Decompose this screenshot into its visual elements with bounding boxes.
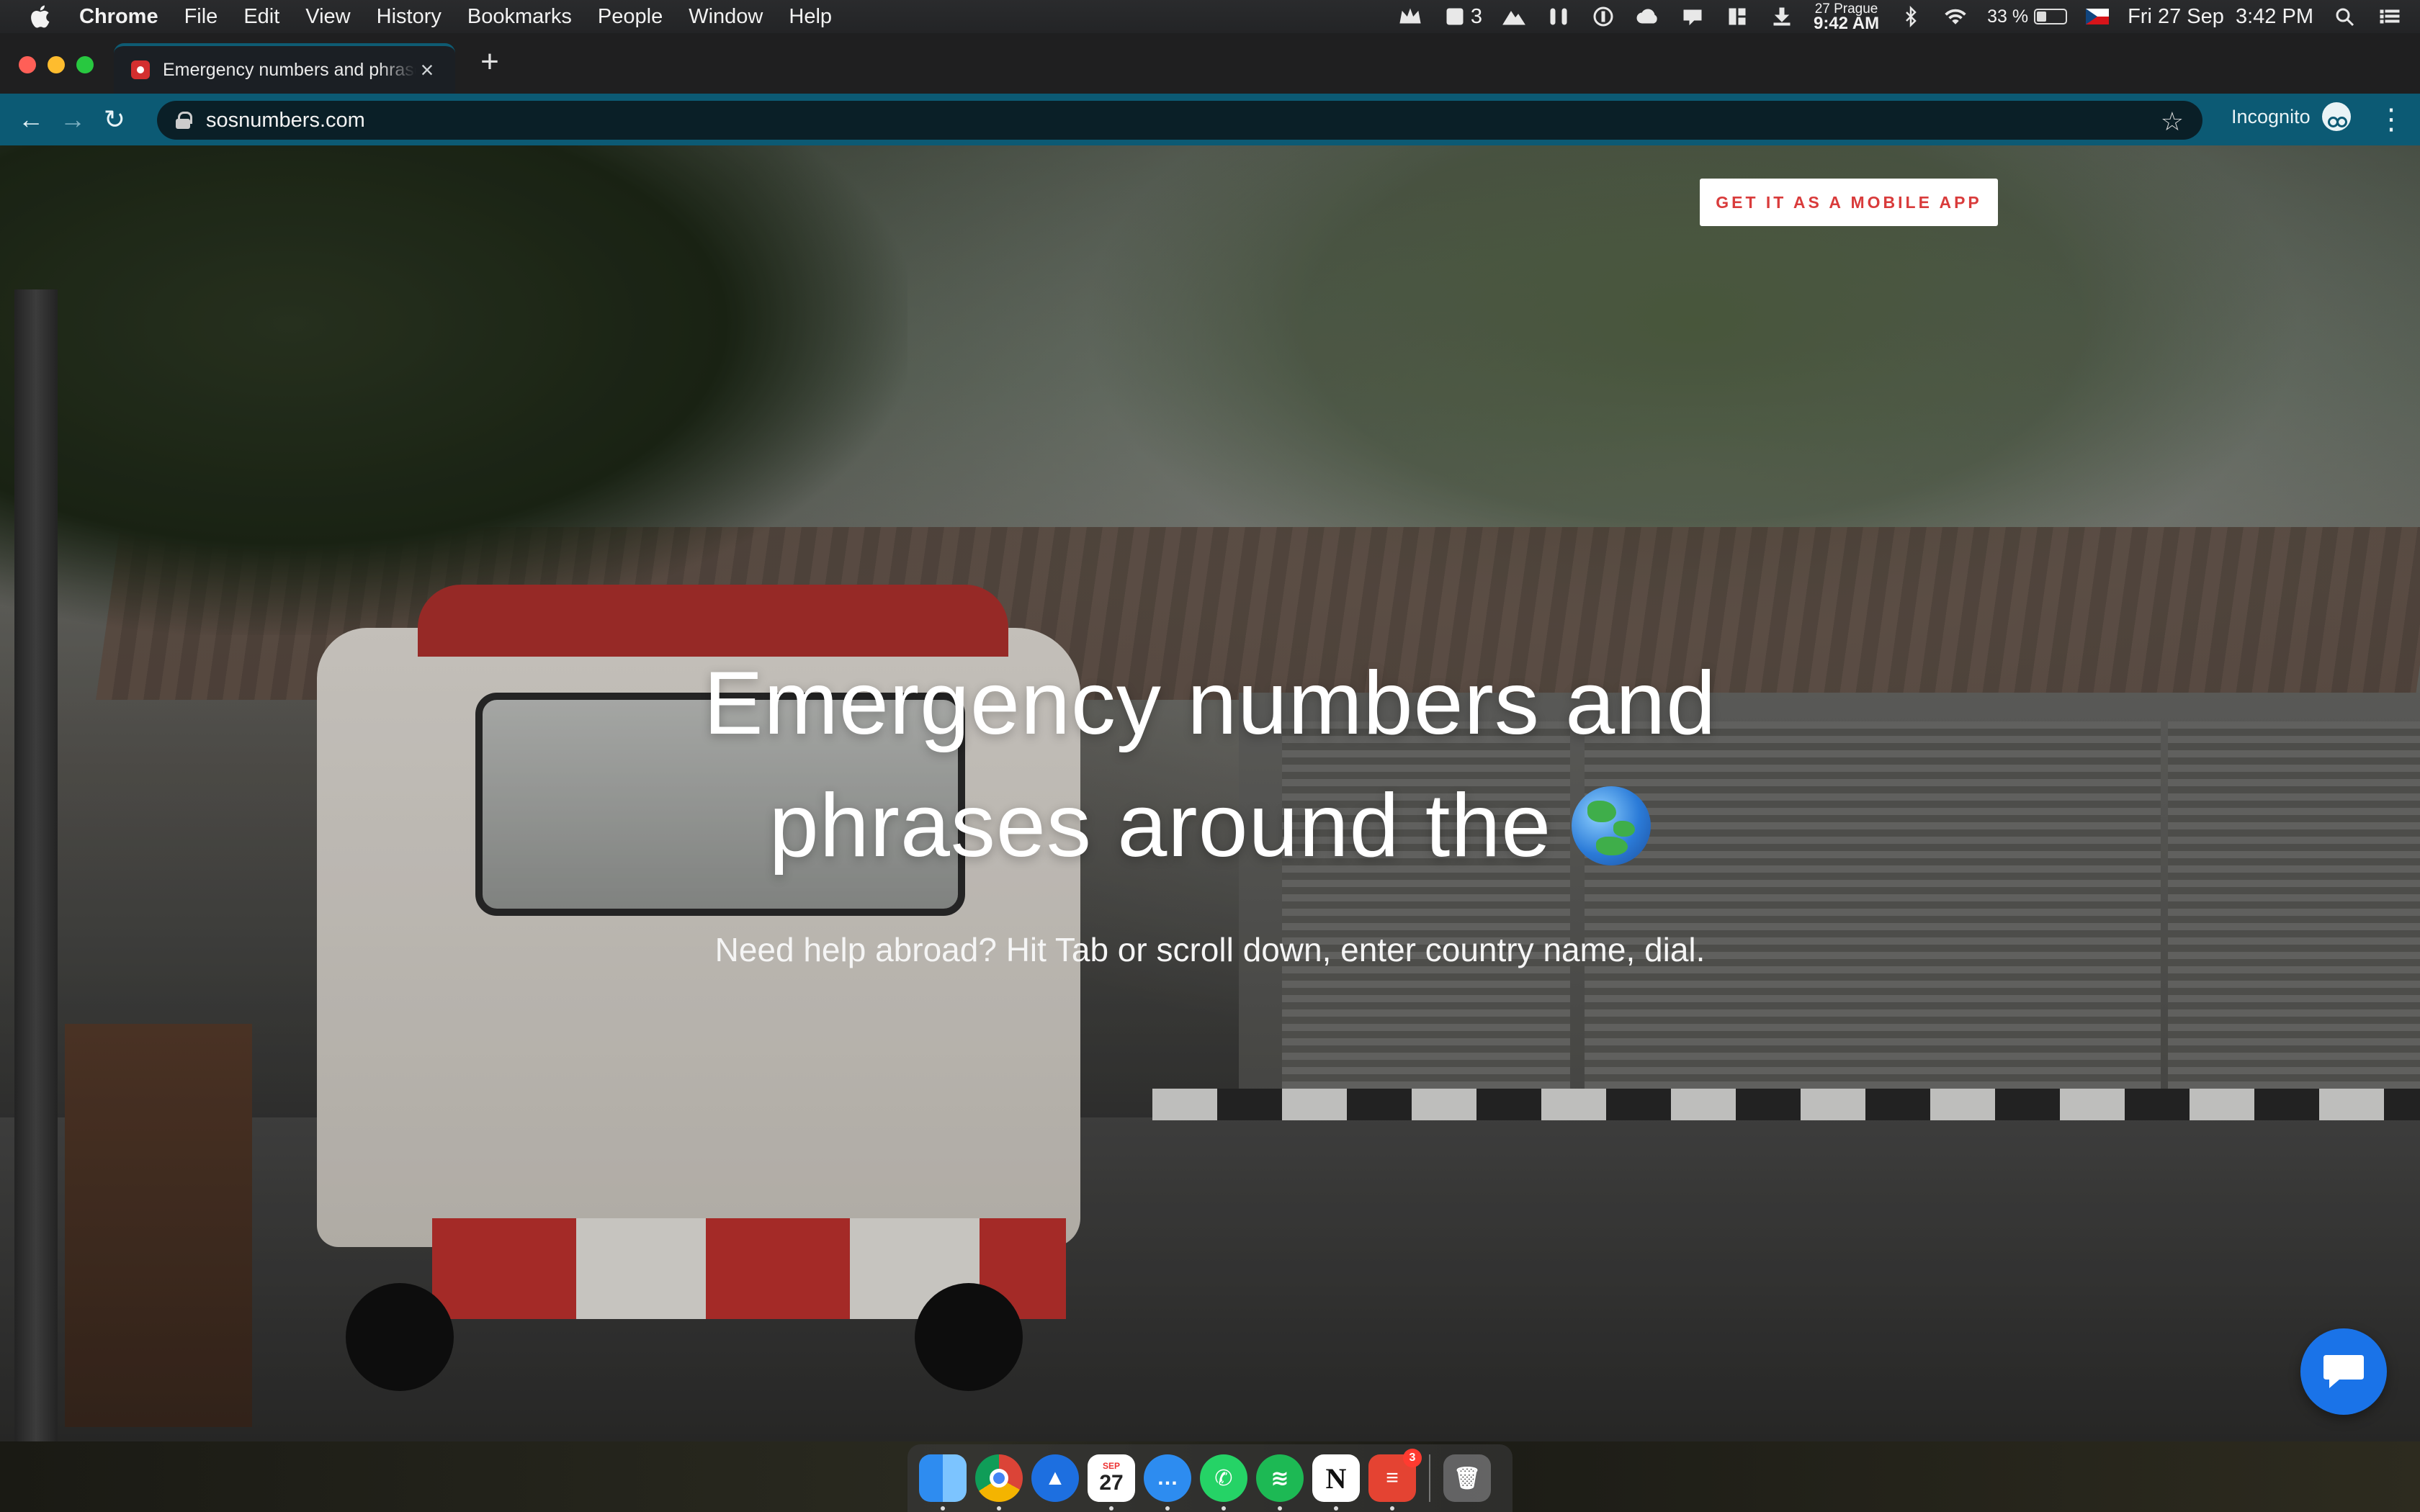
chrome-menu-icon[interactable]: ⋮ xyxy=(2377,105,2406,134)
crown-icon[interactable] xyxy=(1397,6,1423,27)
macos-dock: ▲ SEP 27 … ✆ ≋ N ≡ 3 🗑 xyxy=(908,1444,1512,1512)
window-minimize-button[interactable] xyxy=(48,56,65,73)
layers-icon xyxy=(1442,6,1468,27)
bookmark-star-icon[interactable]: ☆ xyxy=(2161,107,2184,137)
incognito-label: Incognito xyxy=(2231,105,2311,127)
menu-window[interactable]: Window xyxy=(689,5,763,29)
menu-history[interactable]: History xyxy=(377,5,442,29)
hero-subtitle: Need help abroad? Hit Tab or scroll down… xyxy=(714,931,1706,968)
magnet-icon[interactable] xyxy=(1724,6,1750,27)
launchpad-icon[interactable]: ▲ xyxy=(1031,1454,1079,1502)
incognito-profile-button[interactable]: Incognito xyxy=(2231,102,2351,131)
menu-file[interactable]: File xyxy=(184,5,218,29)
incognito-avatar-icon xyxy=(2321,102,2351,131)
browser-tabstrip: Emergency numbers and phrases around the… xyxy=(0,33,2420,94)
menu-app-chrome[interactable]: Chrome xyxy=(79,5,158,29)
notification-center-icon[interactable] xyxy=(2377,6,2403,27)
page-title: Emergency numbers and phrases around the xyxy=(0,642,2420,887)
bluetooth-icon[interactable] xyxy=(1898,6,1924,27)
notion-icon[interactable]: N xyxy=(1312,1454,1360,1511)
lock-icon[interactable] xyxy=(176,112,192,129)
chat-widget-button[interactable] xyxy=(2300,1328,2387,1415)
onepassword-icon[interactable] xyxy=(1590,6,1616,27)
download-icon[interactable] xyxy=(1769,6,1795,27)
battery-indicator[interactable]: 33 % xyxy=(1987,6,2068,27)
menu-people[interactable]: People xyxy=(598,5,663,29)
airpods-icon[interactable] xyxy=(1546,6,1572,27)
headline-line2: phrases around the xyxy=(768,776,1552,876)
apple-icon[interactable] xyxy=(0,4,79,29)
forward-arrow-icon[interactable]: → xyxy=(52,99,94,140)
mobile-app-button[interactable]: GET IT AS A MOBILE APP xyxy=(1700,179,1998,226)
world-clock-time: 9:42 AM xyxy=(1813,14,1880,33)
todoist-icon[interactable]: ≡ 3 xyxy=(1368,1449,1422,1511)
menubar-status-area: 3 27 Prague 9:42 AM 33 % Fri 27 Sep 3:42… xyxy=(1397,0,2403,33)
hero-text: Emergency numbers and phrases around the… xyxy=(0,642,2420,969)
tab-close-icon[interactable]: × xyxy=(416,57,438,84)
czech-flag-icon[interactable] xyxy=(2086,9,2110,24)
back-arrow-icon[interactable]: ← xyxy=(10,99,52,140)
trash-icon[interactable]: 🗑 xyxy=(1443,1454,1491,1502)
window-close-button[interactable] xyxy=(19,56,36,73)
battery-icon xyxy=(2034,9,2068,24)
address-url: sosnumbers.com xyxy=(206,108,365,132)
calendar-day: 27 xyxy=(1099,1471,1124,1495)
battery-percent: 33 % xyxy=(1987,6,2029,27)
address-bar[interactable]: sosnumbers.com ☆ xyxy=(157,101,2202,140)
menu-bookmarks[interactable]: Bookmarks xyxy=(467,5,572,29)
web-page-hero: GET IT AS A MOBILE APP Emergency numbers… xyxy=(0,145,2420,1441)
dock-separator xyxy=(1429,1454,1430,1502)
wifi-icon[interactable] xyxy=(1942,6,1968,27)
menu-help[interactable]: Help xyxy=(789,5,832,29)
browser-tab-active[interactable]: Emergency numbers and phrases around the… xyxy=(114,43,455,94)
menu-edit[interactable]: Edit xyxy=(243,5,279,29)
globe-emoji-icon xyxy=(1572,786,1652,865)
calendar-icon[interactable]: SEP 27 xyxy=(1088,1454,1135,1511)
headline-line2-wrap: phrases around the xyxy=(769,765,1652,887)
new-tab-button[interactable]: + xyxy=(475,46,504,78)
notion-letter: N xyxy=(1325,1462,1347,1495)
world-clock[interactable]: 27 Prague 9:42 AM xyxy=(1813,2,1880,33)
mountain-icon[interactable] xyxy=(1501,6,1527,27)
whatsapp-icon[interactable]: ✆ xyxy=(1200,1454,1247,1511)
spotify-icon[interactable]: ≋ xyxy=(1256,1454,1304,1511)
notification-icon[interactable] xyxy=(1680,6,1706,27)
finder-icon[interactable] xyxy=(919,1454,967,1511)
tab-title: Emergency numbers and phrases around the… xyxy=(163,59,416,80)
headline-line1: Emergency numbers and xyxy=(703,654,1717,753)
chat-bubble-icon xyxy=(2323,1355,2364,1388)
site-favicon-icon xyxy=(131,60,150,79)
counter-widget[interactable]: 3 xyxy=(1442,5,1482,29)
chrome-icon[interactable] xyxy=(975,1454,1023,1511)
cloud-icon[interactable] xyxy=(1635,6,1661,27)
reload-icon[interactable]: ↻ xyxy=(94,99,135,140)
browser-toolbar: ← → ↻ sosnumbers.com ☆ Incognito ⋮ xyxy=(0,94,2420,145)
macos-menubar: Chrome File Edit View History Bookmarks … xyxy=(0,0,2420,33)
window-zoom-button[interactable] xyxy=(76,56,94,73)
spotlight-search-icon[interactable] xyxy=(2332,6,2358,27)
counter-value: 3 xyxy=(1470,4,1482,28)
calendar-month: SEP xyxy=(1102,1461,1120,1471)
todoist-badge: 3 xyxy=(1403,1449,1422,1467)
messages-icon[interactable]: … xyxy=(1144,1454,1191,1511)
menu-view[interactable]: View xyxy=(305,5,350,29)
menubar-datetime[interactable]: Fri 27 Sep 3:42 PM xyxy=(2128,5,2313,29)
